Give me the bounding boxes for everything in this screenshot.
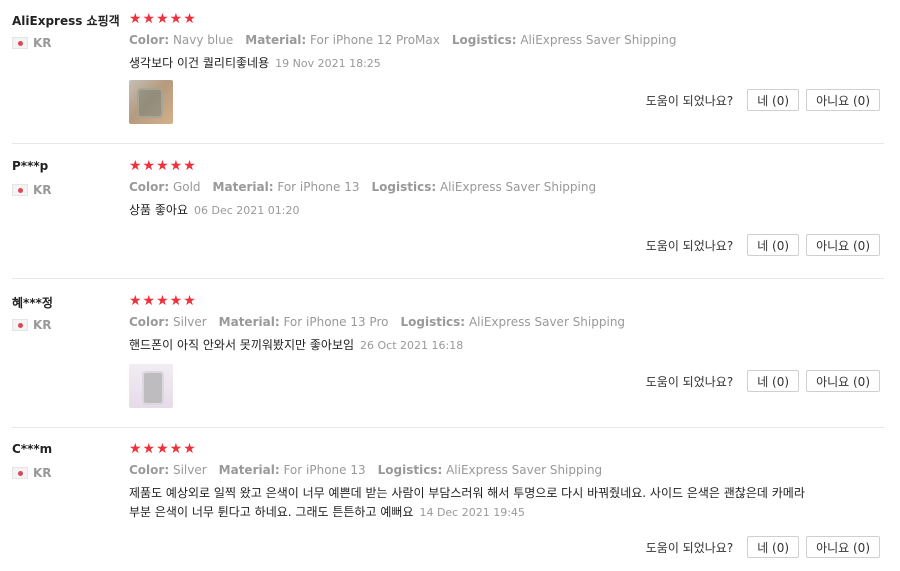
review-item: 혜***정 KR ★★★★★ Color: Silver Material: Fo… xyxy=(0,293,886,412)
color-value: Silver xyxy=(172,315,207,329)
review-text: 제품도 예상외로 일찍 왔고 은색이 너무 예쁜데 받는 사람이 부담스러워 해… xyxy=(129,484,809,522)
helpful-yes-button[interactable]: 네 (0) xyxy=(747,536,800,558)
review-text: 핸드폰이 아직 안와서 못끼워봤지만 좋아보임 26 Oct 2021 16:18 xyxy=(129,336,829,355)
color-label: Color: xyxy=(129,33,170,47)
helpful-question: 도움이 되었나요? xyxy=(645,93,734,108)
reviewer-country: KR xyxy=(12,183,52,197)
material-value: For iPhone 12 ProMax xyxy=(310,33,440,47)
color-value: Silver xyxy=(172,463,207,477)
review-date: 19 Nov 2021 18:25 xyxy=(275,57,381,70)
review-divider xyxy=(12,143,884,144)
review-body: 핸드폰이 아직 안와서 못끼워봤지만 좋아보임 xyxy=(129,338,355,352)
review-item: C***m KR ★★★★★ Color: Silver Material: Fo… xyxy=(0,441,886,567)
reviewer-name: AliExpress 쇼핑객 xyxy=(12,14,120,28)
helpful-question: 도움이 되었나요? xyxy=(645,238,734,253)
review-divider xyxy=(12,278,884,279)
material-label: Material: xyxy=(245,33,307,47)
helpful-vote: 도움이 되었나요? 네 (0) 아니요 (0) xyxy=(646,89,880,111)
reviewer-country: KR xyxy=(12,466,52,480)
review-text: 상품 좋아요 06 Dec 2021 01:20 xyxy=(129,201,829,220)
color-value: Navy blue xyxy=(172,33,234,47)
color-label: Color: xyxy=(129,180,170,194)
helpful-vote: 도움이 되었나요? 네 (0) 아니요 (0) xyxy=(646,370,880,392)
helpful-no-button[interactable]: 아니요 (0) xyxy=(806,234,880,256)
korea-flag-icon xyxy=(12,467,28,479)
phone-case-image xyxy=(137,88,163,118)
star-rating: ★★★★★ xyxy=(129,441,197,457)
logistics-value: AliExpress Saver Shipping xyxy=(468,315,626,329)
review-date: 06 Dec 2021 01:20 xyxy=(194,204,300,217)
review-date: 26 Oct 2021 16:18 xyxy=(360,339,464,352)
material-value: For iPhone 13 Pro xyxy=(283,315,389,329)
star-rating: ★★★★★ xyxy=(129,158,197,174)
country-code: KR xyxy=(33,183,52,197)
country-code: KR xyxy=(33,466,52,480)
reviewer-country: KR xyxy=(12,318,52,332)
star-rating: ★★★★★ xyxy=(129,11,197,27)
review-item: AliExpress 쇼핑객 KR ★★★★★ Color: Navy blue… xyxy=(0,11,886,142)
helpful-question: 도움이 되었나요? xyxy=(645,374,734,389)
logistics-label: Logistics: xyxy=(377,463,443,477)
color-value: Gold xyxy=(172,180,201,194)
material-label: Material: xyxy=(218,463,280,477)
material-value: For iPhone 13 xyxy=(283,463,366,477)
review-photo-thumbnail[interactable] xyxy=(129,364,173,408)
sku-attributes: Color: Silver Material: For iPhone 13 Pro… xyxy=(129,315,625,329)
logistics-value: AliExpress Saver Shipping xyxy=(439,180,597,194)
sku-attributes: Color: Gold Material: For iPhone 13 Logist… xyxy=(129,180,596,194)
country-code: KR xyxy=(33,318,52,332)
logistics-value: AliExpress Saver Shipping xyxy=(446,463,603,477)
country-code: KR xyxy=(33,36,52,50)
helpful-yes-button[interactable]: 네 (0) xyxy=(747,89,800,111)
helpful-no-button[interactable]: 아니요 (0) xyxy=(806,536,880,558)
reviewer-name: C***m xyxy=(12,442,53,456)
reviewer-name: P***p xyxy=(12,159,49,173)
korea-flag-icon xyxy=(12,319,28,331)
helpful-yes-button[interactable]: 네 (0) xyxy=(747,370,800,392)
material-value: For iPhone 13 xyxy=(277,180,360,194)
review-item: P***p KR ★★★★★ Color: Gold Material: For … xyxy=(0,158,886,269)
review-body: 상품 좋아요 xyxy=(129,203,189,217)
logistics-label: Logistics: xyxy=(451,33,517,47)
helpful-vote: 도움이 되었나요? 네 (0) 아니요 (0) xyxy=(646,234,880,256)
reviewer-country: KR xyxy=(12,36,52,50)
logistics-label: Logistics: xyxy=(400,315,466,329)
korea-flag-icon xyxy=(12,184,28,196)
review-divider xyxy=(12,427,884,428)
phone-case-image xyxy=(142,371,164,405)
reviewer-name: 혜***정 xyxy=(12,296,53,310)
material-label: Material: xyxy=(218,315,280,329)
star-rating: ★★★★★ xyxy=(129,293,197,309)
material-label: Material: xyxy=(212,180,274,194)
color-label: Color: xyxy=(129,463,170,477)
logistics-label: Logistics: xyxy=(371,180,437,194)
review-body: 생각보다 이건 퀄리티좋네용 xyxy=(129,56,270,70)
review-date: 14 Dec 2021 19:45 xyxy=(419,506,525,519)
helpful-vote: 도움이 되었나요? 네 (0) 아니요 (0) xyxy=(646,536,880,558)
sku-attributes: Color: Silver Material: For iPhone 13 Logi… xyxy=(129,463,602,477)
helpful-yes-button[interactable]: 네 (0) xyxy=(747,234,800,256)
korea-flag-icon xyxy=(12,37,28,49)
color-label: Color: xyxy=(129,315,170,329)
helpful-no-button[interactable]: 아니요 (0) xyxy=(806,89,880,111)
review-photo-thumbnail[interactable] xyxy=(129,80,173,124)
logistics-value: AliExpress Saver Shipping xyxy=(520,33,677,47)
review-text: 생각보다 이건 퀄리티좋네용 19 Nov 2021 18:25 xyxy=(129,54,829,73)
helpful-no-button[interactable]: 아니요 (0) xyxy=(806,370,880,392)
helpful-question: 도움이 되었나요? xyxy=(645,540,734,555)
sku-attributes: Color: Navy blue Material: For iPhone 12 … xyxy=(129,33,676,47)
